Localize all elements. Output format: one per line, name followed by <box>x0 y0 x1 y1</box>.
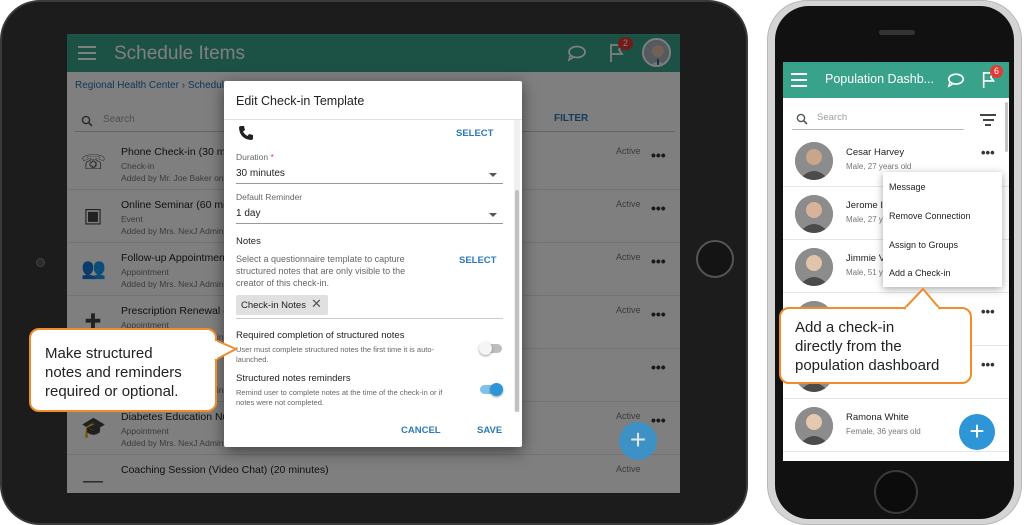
add-fab-button[interactable]: + <box>959 414 995 450</box>
reminders-toggle[interactable] <box>480 383 503 396</box>
reminder-select[interactable]: 1 day <box>236 208 260 219</box>
sort-icon[interactable] <box>980 114 996 126</box>
tablet-camera <box>36 258 45 267</box>
search-bar[interactable]: Search <box>792 108 964 130</box>
required-desc-2: launched. <box>236 355 269 364</box>
callout-line-3: population dashboard <box>795 357 940 374</box>
avatar <box>795 407 833 445</box>
chevron-down-icon[interactable] <box>489 213 497 217</box>
reminders-desc-1: Remind user to complete notes at the tim… <box>236 388 443 397</box>
phone-app-bar: Population Dashb... 6 <box>783 62 1009 98</box>
edit-checkin-dialog: Edit Check-in Template SELECT Duration *… <box>224 81 522 447</box>
page-title: Population Dashb... <box>825 72 935 86</box>
chevron-down-icon[interactable] <box>489 173 497 177</box>
required-title: Required completion of structured notes <box>236 330 405 341</box>
save-button[interactable]: SAVE <box>477 425 502 436</box>
avatar <box>795 142 833 180</box>
notes-heading: Notes <box>236 236 261 247</box>
chat-icon[interactable] <box>946 71 966 94</box>
phone-home-button[interactable] <box>874 470 918 514</box>
callout-pointer <box>214 339 237 361</box>
tablet-home-button[interactable] <box>696 240 734 278</box>
notes-description-3: creator of this check-in. <box>236 278 330 288</box>
context-menu: Message Remove Connection Assign to Grou… <box>883 172 1002 287</box>
required-desc-1: User must complete structured notes the … <box>236 345 434 354</box>
phone-scrollbar[interactable] <box>1005 102 1008 152</box>
phone-speaker <box>879 30 915 35</box>
callout-line-2: directly from the <box>795 338 902 355</box>
menu-item-message[interactable]: Message <box>889 182 926 192</box>
reminder-underline <box>236 223 503 224</box>
checkin-notes-chip: Check-in Notes ✕ <box>236 295 328 315</box>
toggle-knob <box>479 342 492 355</box>
person-name: Jerome I <box>846 200 883 211</box>
notes-description-2: structured notes that are only visible t… <box>236 266 406 276</box>
duration-underline <box>236 183 503 184</box>
close-icon[interactable]: ✕ <box>311 296 322 312</box>
person-name: Jimmie V <box>846 253 886 264</box>
notes-description-1: Select a questionnaire template to captu… <box>236 254 405 264</box>
notification-badge: 6 <box>990 65 1003 78</box>
avatar <box>795 195 833 233</box>
callout-add-checkin: Add a check-in directly from the populat… <box>779 307 972 384</box>
callout-line-2: notes and reminders <box>45 364 182 381</box>
callout-line-3: required or optional. <box>45 383 179 400</box>
more-icon[interactable]: ••• <box>981 357 995 372</box>
callout-pointer <box>903 288 941 310</box>
callout-line-1: Make structured <box>45 345 153 362</box>
search-input[interactable]: Search <box>817 112 847 123</box>
person-name: Cesar Harvey <box>846 147 905 158</box>
reminders-desc-2: notes were not completed. <box>236 398 324 407</box>
dialog-actions: CANCEL SAVE <box>224 412 522 447</box>
person-details: Male, 27 years old <box>846 162 912 171</box>
menu-item-add-checkin[interactable]: Add a Check-in <box>889 268 951 278</box>
dialog-body: SELECT Duration * 30 minutes Default Rem… <box>224 120 522 412</box>
duration-label: Duration * <box>236 152 274 162</box>
chip-underline <box>236 318 503 319</box>
chip-label: Check-in Notes <box>241 300 306 311</box>
reminders-title: Structured notes reminders <box>236 373 351 384</box>
select-icon-button[interactable]: SELECT <box>456 128 493 139</box>
duration-select[interactable]: 30 minutes <box>236 168 285 179</box>
menu-item-assign-groups[interactable]: Assign to Groups <box>889 240 958 250</box>
select-questionnaire-button[interactable]: SELECT <box>459 255 496 266</box>
person-details: Male, 51 y <box>846 268 883 277</box>
person-details: Female, 36 years old <box>846 427 921 436</box>
phone-icon <box>238 125 254 146</box>
required-toggle[interactable] <box>479 342 502 355</box>
callout-structured-notes: Make structured notes and reminders requ… <box>29 328 217 412</box>
menu-icon[interactable] <box>791 73 809 87</box>
avatar <box>795 248 833 286</box>
search-icon <box>796 112 808 130</box>
callout-line-1: Add a check-in <box>795 319 895 336</box>
scrollbar-thumb[interactable] <box>515 190 519 412</box>
more-icon[interactable]: ••• <box>981 145 995 160</box>
cancel-button[interactable]: CANCEL <box>401 425 441 436</box>
more-icon[interactable]: ••• <box>981 304 995 319</box>
person-name: Ramona White <box>846 412 909 423</box>
menu-item-remove-connection[interactable]: Remove Connection <box>889 211 971 221</box>
dialog-title: Edit Check-in Template <box>236 94 365 108</box>
person-details: Male, 27 ye <box>846 215 888 224</box>
reminder-label: Default Reminder <box>236 192 303 202</box>
add-fab-button[interactable]: + <box>619 422 657 460</box>
toggle-knob <box>490 383 503 396</box>
